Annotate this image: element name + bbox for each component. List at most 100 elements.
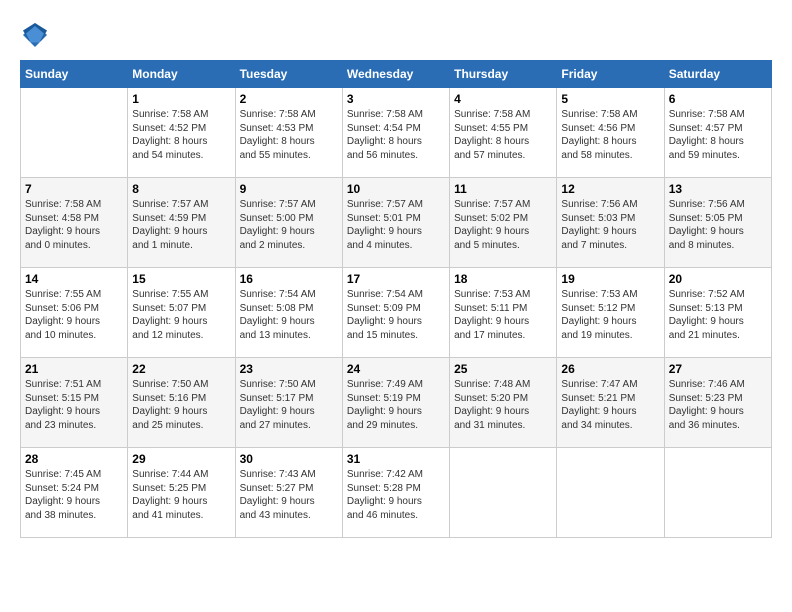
- calendar-cell: 22 Sunrise: 7:50 AM Sunset: 5:16 PM Dayli…: [128, 358, 235, 448]
- logo-icon: [20, 20, 50, 50]
- day-number: 10: [347, 182, 445, 196]
- day-number: 29: [132, 452, 230, 466]
- day-info: Sunrise: 7:48 AM Sunset: 5:20 PM Dayligh…: [454, 378, 552, 432]
- column-header-friday: Friday: [557, 61, 664, 88]
- calendar-week-row: 28 Sunrise: 7:45 AM Sunset: 5:24 PM Dayli…: [21, 448, 772, 538]
- calendar-cell: [450, 448, 557, 538]
- calendar-cell: 4 Sunrise: 7:58 AM Sunset: 4:55 PM Daylig…: [450, 88, 557, 178]
- day-number: 7: [25, 182, 123, 196]
- day-info: Sunrise: 7:58 AM Sunset: 4:52 PM Dayligh…: [132, 108, 230, 162]
- day-number: 1: [132, 92, 230, 106]
- calendar-cell: 13 Sunrise: 7:56 AM Sunset: 5:05 PM Dayli…: [664, 178, 771, 268]
- calendar-cell: 21 Sunrise: 7:51 AM Sunset: 5:15 PM Dayli…: [21, 358, 128, 448]
- calendar-week-row: 21 Sunrise: 7:51 AM Sunset: 5:15 PM Dayli…: [21, 358, 772, 448]
- day-info: Sunrise: 7:54 AM Sunset: 5:08 PM Dayligh…: [240, 288, 338, 342]
- calendar-cell: 5Sunrise: 7:58 AM Sunset: 4:56 PM Daylig…: [557, 88, 664, 178]
- column-header-thursday: Thursday: [450, 61, 557, 88]
- calendar-cell: 30Sunrise: 7:43 AM Sunset: 5:27 PM Dayli…: [235, 448, 342, 538]
- calendar-cell: 14 Sunrise: 7:55 AM Sunset: 5:06 PM Dayli…: [21, 268, 128, 358]
- day-number: 20: [669, 272, 767, 286]
- calendar-cell: 27 Sunrise: 7:46 AM Sunset: 5:23 PM Dayli…: [664, 358, 771, 448]
- day-number: 13: [669, 182, 767, 196]
- calendar-cell: 2 Sunrise: 7:58 AM Sunset: 4:53 PM Daylig…: [235, 88, 342, 178]
- column-header-monday: Monday: [128, 61, 235, 88]
- calendar-cell: [664, 448, 771, 538]
- day-info: Sunrise: 7:44 AM Sunset: 5:25 PM Dayligh…: [132, 468, 230, 522]
- day-number: 26: [561, 362, 659, 376]
- day-info: Sunrise: 7:51 AM Sunset: 5:15 PM Dayligh…: [25, 378, 123, 432]
- calendar-cell: 29 Sunrise: 7:44 AM Sunset: 5:25 PM Dayli…: [128, 448, 235, 538]
- day-number: 2: [240, 92, 338, 106]
- calendar-cell: 26Sunrise: 7:47 AM Sunset: 5:21 PM Dayli…: [557, 358, 664, 448]
- day-number: 18: [454, 272, 552, 286]
- day-info: Sunrise: 7:58 AM Sunset: 4:57 PM Dayligh…: [669, 108, 767, 162]
- day-number: 23: [240, 362, 338, 376]
- day-number: 4: [454, 92, 552, 106]
- day-info: Sunrise: 7:55 AM Sunset: 5:07 PM Dayligh…: [132, 288, 230, 342]
- calendar-cell: 12Sunrise: 7:56 AM Sunset: 5:03 PM Dayli…: [557, 178, 664, 268]
- day-info: Sunrise: 7:53 AM Sunset: 5:11 PM Dayligh…: [454, 288, 552, 342]
- calendar-cell: 28 Sunrise: 7:45 AM Sunset: 5:24 PM Dayli…: [21, 448, 128, 538]
- calendar-cell: 19 Sunrise: 7:53 AM Sunset: 5:12 PM Dayli…: [557, 268, 664, 358]
- calendar-cell: 7 Sunrise: 7:58 AM Sunset: 4:58 PM Daylig…: [21, 178, 128, 268]
- calendar-cell: 17Sunrise: 7:54 AM Sunset: 5:09 PM Dayli…: [342, 268, 449, 358]
- calendar-cell: 10 Sunrise: 7:57 AM Sunset: 5:01 PM Dayli…: [342, 178, 449, 268]
- calendar-cell: 24 Sunrise: 7:49 AM Sunset: 5:19 PM Dayli…: [342, 358, 449, 448]
- calendar-cell: 9Sunrise: 7:57 AM Sunset: 5:00 PM Daylig…: [235, 178, 342, 268]
- calendar-cell: 20 Sunrise: 7:52 AM Sunset: 5:13 PM Dayli…: [664, 268, 771, 358]
- day-info: Sunrise: 7:57 AM Sunset: 5:01 PM Dayligh…: [347, 198, 445, 252]
- day-number: 27: [669, 362, 767, 376]
- page-header: [20, 20, 772, 50]
- day-number: 15: [132, 272, 230, 286]
- calendar-cell: [21, 88, 128, 178]
- day-info: Sunrise: 7:58 AM Sunset: 4:54 PM Dayligh…: [347, 108, 445, 162]
- day-info: Sunrise: 7:58 AM Sunset: 4:53 PM Dayligh…: [240, 108, 338, 162]
- column-header-wednesday: Wednesday: [342, 61, 449, 88]
- calendar-cell: 15 Sunrise: 7:55 AM Sunset: 5:07 PM Dayli…: [128, 268, 235, 358]
- day-number: 8: [132, 182, 230, 196]
- logo: [20, 20, 54, 50]
- calendar-week-row: 14 Sunrise: 7:55 AM Sunset: 5:06 PM Dayli…: [21, 268, 772, 358]
- day-number: 22: [132, 362, 230, 376]
- day-info: Sunrise: 7:57 AM Sunset: 4:59 PM Dayligh…: [132, 198, 230, 252]
- day-number: 3: [347, 92, 445, 106]
- day-info: Sunrise: 7:50 AM Sunset: 5:16 PM Dayligh…: [132, 378, 230, 432]
- calendar-cell: 25Sunrise: 7:48 AM Sunset: 5:20 PM Dayli…: [450, 358, 557, 448]
- day-info: Sunrise: 7:50 AM Sunset: 5:17 PM Dayligh…: [240, 378, 338, 432]
- day-info: Sunrise: 7:56 AM Sunset: 5:05 PM Dayligh…: [669, 198, 767, 252]
- day-info: Sunrise: 7:57 AM Sunset: 5:00 PM Dayligh…: [240, 198, 338, 252]
- column-header-saturday: Saturday: [664, 61, 771, 88]
- calendar-cell: 11 Sunrise: 7:57 AM Sunset: 5:02 PM Dayli…: [450, 178, 557, 268]
- calendar-cell: 18 Sunrise: 7:53 AM Sunset: 5:11 PM Dayli…: [450, 268, 557, 358]
- day-info: Sunrise: 7:45 AM Sunset: 5:24 PM Dayligh…: [25, 468, 123, 522]
- day-info: Sunrise: 7:57 AM Sunset: 5:02 PM Dayligh…: [454, 198, 552, 252]
- calendar-table: SundayMondayTuesdayWednesdayThursdayFrid…: [20, 60, 772, 538]
- day-number: 24: [347, 362, 445, 376]
- calendar-cell: 31Sunrise: 7:42 AM Sunset: 5:28 PM Dayli…: [342, 448, 449, 538]
- day-info: Sunrise: 7:55 AM Sunset: 5:06 PM Dayligh…: [25, 288, 123, 342]
- calendar-header-row: SundayMondayTuesdayWednesdayThursdayFrid…: [21, 61, 772, 88]
- day-number: 17: [347, 272, 445, 286]
- day-number: 19: [561, 272, 659, 286]
- day-info: Sunrise: 7:46 AM Sunset: 5:23 PM Dayligh…: [669, 378, 767, 432]
- day-number: 31: [347, 452, 445, 466]
- day-info: Sunrise: 7:58 AM Sunset: 4:58 PM Dayligh…: [25, 198, 123, 252]
- day-number: 16: [240, 272, 338, 286]
- day-number: 28: [25, 452, 123, 466]
- day-info: Sunrise: 7:52 AM Sunset: 5:13 PM Dayligh…: [669, 288, 767, 342]
- day-number: 21: [25, 362, 123, 376]
- calendar-week-row: 1 Sunrise: 7:58 AM Sunset: 4:52 PM Daylig…: [21, 88, 772, 178]
- calendar-cell: 16 Sunrise: 7:54 AM Sunset: 5:08 PM Dayli…: [235, 268, 342, 358]
- calendar-cell: 3 Sunrise: 7:58 AM Sunset: 4:54 PM Daylig…: [342, 88, 449, 178]
- day-info: Sunrise: 7:58 AM Sunset: 4:55 PM Dayligh…: [454, 108, 552, 162]
- column-header-sunday: Sunday: [21, 61, 128, 88]
- day-info: Sunrise: 7:49 AM Sunset: 5:19 PM Dayligh…: [347, 378, 445, 432]
- day-info: Sunrise: 7:43 AM Sunset: 5:27 PM Dayligh…: [240, 468, 338, 522]
- calendar-cell: [557, 448, 664, 538]
- calendar-week-row: 7 Sunrise: 7:58 AM Sunset: 4:58 PM Daylig…: [21, 178, 772, 268]
- day-number: 11: [454, 182, 552, 196]
- day-info: Sunrise: 7:53 AM Sunset: 5:12 PM Dayligh…: [561, 288, 659, 342]
- day-info: Sunrise: 7:58 AM Sunset: 4:56 PM Dayligh…: [561, 108, 659, 162]
- day-number: 12: [561, 182, 659, 196]
- day-number: 14: [25, 272, 123, 286]
